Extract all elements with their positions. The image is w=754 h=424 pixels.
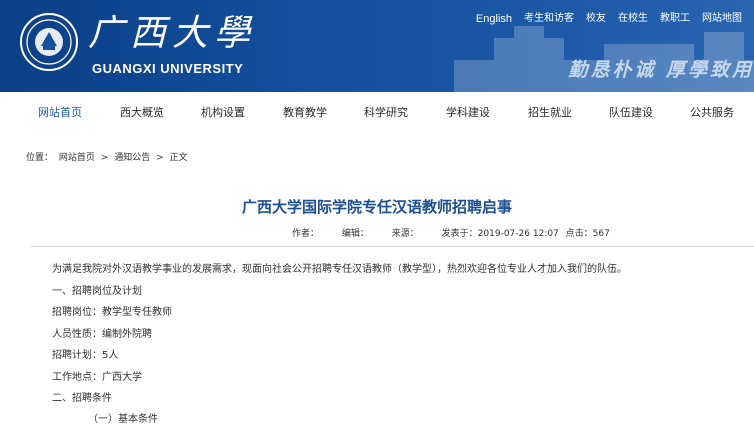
meta-source: 来源： [391,229,419,239]
breadcrumb-current: 正文 [169,153,188,163]
university-motto: 勤恳朴诚 厚學致用 [568,59,754,81]
logo-chinese-name[interactable]: 广西大學 [88,12,256,56]
university-emblem-icon[interactable] [19,12,79,72]
nav-item-research[interactable]: 科学研究 [364,92,408,134]
breadcrumb-section[interactable]: 通知公告 [114,153,150,163]
top-link-alumni[interactable]: 校友 [586,10,606,28]
nav-item-overview[interactable]: 西大概览 [120,92,164,134]
article-paragraph: 招聘岗位：教学型专任教师 [52,307,172,318]
meta-editor: 编辑： [341,229,369,239]
nav-item-faculty[interactable]: 队伍建设 [609,92,653,134]
breadcrumb-prefix: 位置： [26,153,54,163]
nav-item-disciplines[interactable]: 学科建设 [446,92,490,134]
nav-item-home[interactable]: 网站首页 [38,92,82,134]
nav-item-organization[interactable]: 机构设置 [201,92,245,134]
article-title: 广西大学国际学院专任汉语教师招聘启事 [241,198,512,216]
breadcrumb: 位置： 网站首页 > 通知公告 > 正文 [26,150,191,163]
content-divider [30,246,754,247]
article-paragraph: 一、招聘岗位及计划 [52,286,142,297]
main-navigation: 网站首页 西大概览 机构设置 教育教学 科学研究 学科建设 招生就业 队伍建设 … [0,92,754,134]
article-paragraph: 二、招聘条件 [52,393,112,404]
article-paragraph: 招聘计划：5人 [52,350,119,361]
site-header: 广西大學 GUANGXI UNIVERSITY English 考生和访客 校友… [0,0,754,92]
nav-item-services[interactable]: 公共服务 [690,92,734,134]
top-utility-links: English 考生和访客 校友 在校生 教职工 网站地图 [476,10,754,28]
nav-item-education[interactable]: 教育教学 [283,92,327,134]
top-link-staff[interactable]: 教职工 [660,10,690,28]
article-paragraph: 为满足我院对外汉语教学事业的发展需求，现面向社会公开招聘专任汉语教师（教学型），… [52,264,627,275]
meta-author: 作者： [292,229,320,239]
nav-item-admissions[interactable]: 招生就业 [528,92,572,134]
article-paragraph: 工作地点：广西大学 [52,372,142,383]
meta-clicks: 点击：567 [565,229,610,239]
top-link-visitors[interactable]: 考生和访客 [524,10,574,28]
breadcrumb-separator: > [156,153,164,163]
article-meta: 作者： 编辑： 来源： 发表于：2019-07-26 12:07 点击：567 [292,226,614,239]
breadcrumb-separator: > [100,153,109,163]
top-link-students[interactable]: 在校生 [618,10,648,28]
top-link-sitemap[interactable]: 网站地图 [702,10,742,28]
article-paragraph: 人员性质：编制外院聘 [52,329,152,340]
meta-published: 发表于：2019-07-26 12:07 [441,229,559,239]
article-paragraph: （一）基本条件 [88,414,158,424]
logo-english-name[interactable]: GUANGXI UNIVERSITY [92,61,243,76]
breadcrumb-home[interactable]: 网站首页 [59,153,95,163]
top-link-english[interactable]: English [476,10,512,28]
